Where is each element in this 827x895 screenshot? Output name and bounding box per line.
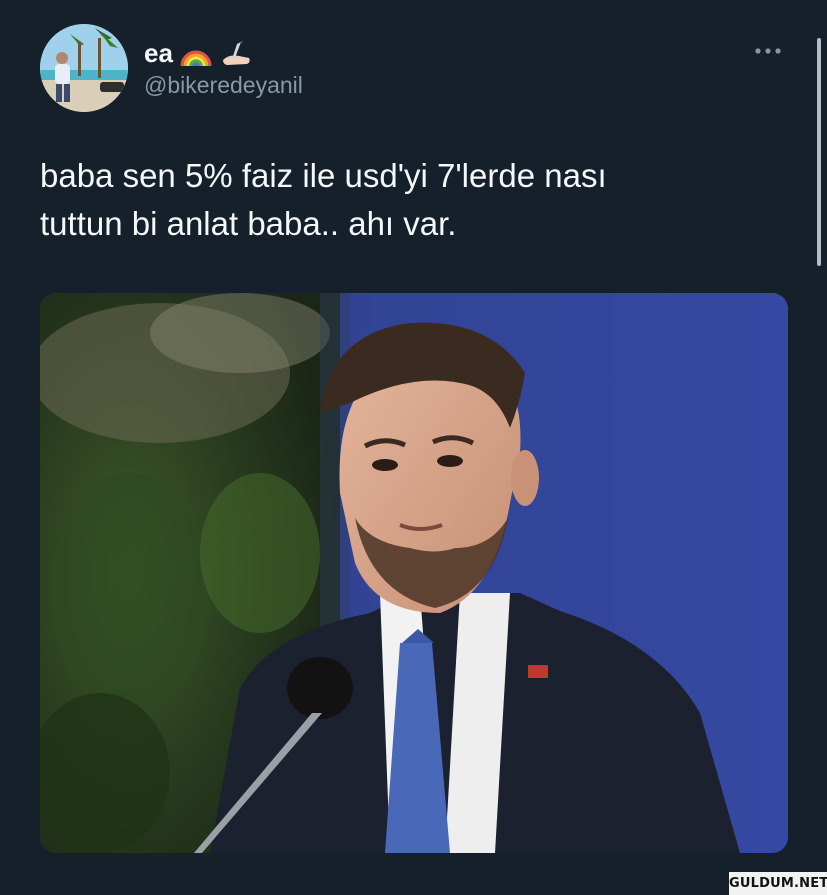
scrollbar-thumb[interactable] <box>817 38 821 266</box>
author-handle[interactable]: @bikeredeyanil <box>144 72 303 99</box>
portrait-photo <box>40 293 788 853</box>
author-display-name[interactable]: ea <box>144 38 253 68</box>
more-horizontal-icon <box>755 48 781 54</box>
tweet-screen: ea @bikeredeyanil baba sen 5% faiz ile u… <box>0 0 827 895</box>
writing-hand-icon <box>219 38 253 68</box>
tweet-photo[interactable] <box>40 293 788 853</box>
watermark: GULDUM.NET <box>729 872 827 895</box>
avatar[interactable] <box>40 24 128 112</box>
tweet-text: baba sen 5% faiz ile usd'yi 7'lerde nası… <box>40 152 780 248</box>
tweet-text-line: tuttun bi anlat baba.. ahı var. <box>40 205 457 242</box>
tweet-text-line: baba sen 5% faiz ile usd'yi 7'lerde nası <box>40 157 607 194</box>
avatar-photo <box>40 24 128 112</box>
display-name-text: ea <box>144 38 173 68</box>
rainbow-icon <box>179 38 213 68</box>
more-options-button[interactable] <box>750 40 790 62</box>
